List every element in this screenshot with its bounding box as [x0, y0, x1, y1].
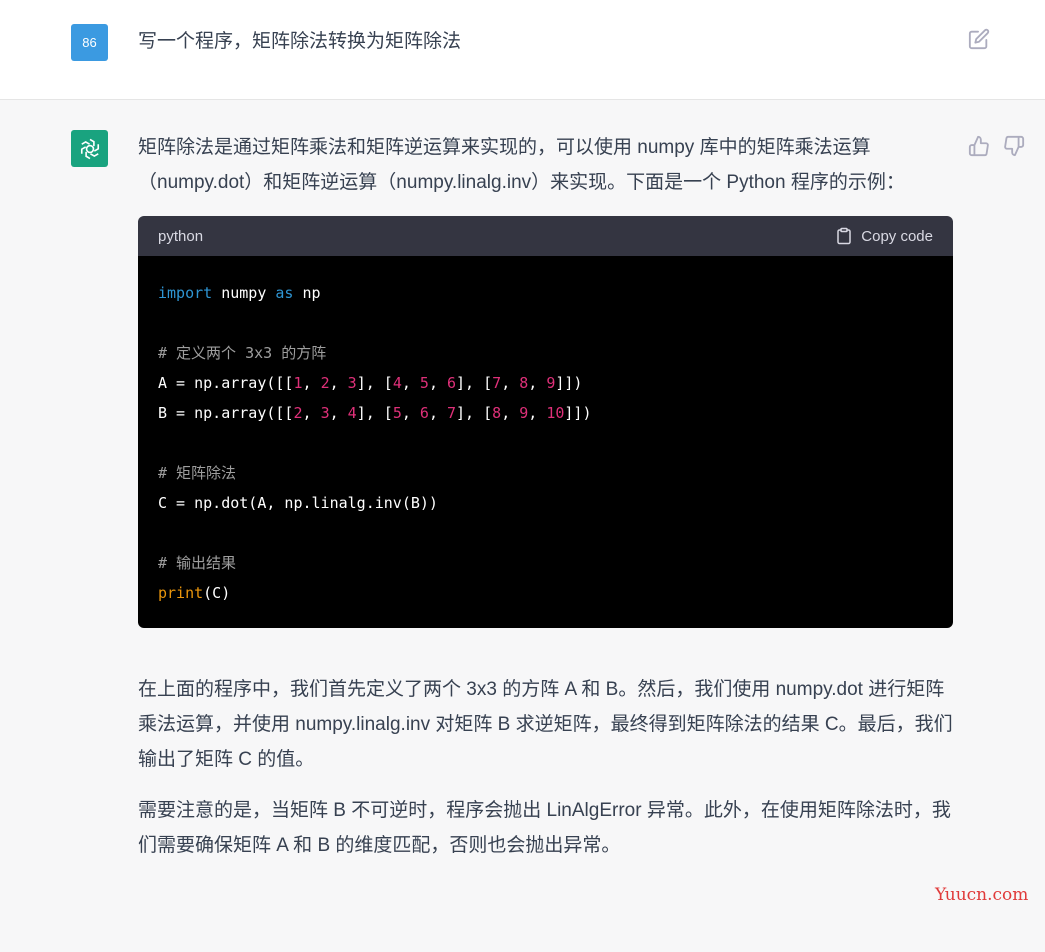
- code-number: 8: [519, 374, 529, 392]
- copy-code-label: Copy code: [861, 227, 933, 245]
- assistant-message-content: 矩阵除法是通过矩阵乘法和矩阵逆运算来实现的，可以使用 numpy 库中的矩阵乘法…: [138, 130, 953, 879]
- intro-paragraph: 矩阵除法是通过矩阵乘法和矩阵逆运算来实现的，可以使用 numpy 库中的矩阵乘法…: [138, 137, 905, 193]
- code-number: 5: [392, 404, 402, 422]
- code-text: np: [293, 284, 321, 302]
- code-header: python Copy code: [138, 216, 953, 256]
- code-number: 6: [447, 374, 457, 392]
- code-number: 4: [392, 374, 402, 392]
- code-body: import numpy as np # 定义两个 3x3 的方阵 A = np…: [138, 256, 953, 628]
- assistant-message-row: 矩阵除法是通过矩阵乘法和矩阵逆运算来实现的，可以使用 numpy 库中的矩阵乘法…: [0, 100, 1045, 952]
- code-number: 4: [347, 404, 357, 422]
- code-line-matrix-b: B = np.array([[2, 3, 4], [5, 6, 7], [8, …: [158, 404, 592, 422]
- code-keyword: import: [158, 284, 213, 302]
- code-number: 5: [419, 374, 429, 392]
- assistant-avatar: [71, 130, 108, 167]
- code-language-label: python: [158, 227, 204, 245]
- code-line-matrix-a: A = np.array([[1, 2, 3], [4, 5, 6], [7, …: [158, 374, 583, 392]
- code-keyword: as: [275, 284, 294, 302]
- code-text: (C): [203, 584, 231, 602]
- code-number: 9: [546, 374, 556, 392]
- code-line-c: C = np.dot(A, np.linalg.inv(B)): [158, 494, 438, 512]
- code-comment: # 定义两个 3x3 的方阵: [158, 344, 327, 362]
- thumbs-up-icon[interactable]: [968, 135, 990, 157]
- explanation-paragraph-2: 需要注意的是，当矩阵 B 不可逆时，程序会抛出 LinAlgError 异常。此…: [138, 800, 951, 856]
- code-number: 1: [293, 374, 303, 392]
- code-number: 9: [519, 404, 529, 422]
- watermark: Yuucn.com: [935, 885, 1029, 905]
- clipboard-icon: [837, 227, 852, 245]
- code-number: 6: [419, 404, 429, 422]
- openai-logo-icon: [80, 138, 99, 159]
- user-message-row: 86 写一个程序，矩阵除法转换为矩阵除法: [0, 0, 1045, 100]
- explanation-paragraph-1: 在上面的程序中，我们首先定义了两个 3x3 的方阵 A 和 B。然后，我们使用 …: [138, 679, 953, 770]
- thumbs-down-icon[interactable]: [1003, 135, 1025, 157]
- code-comment: # 矩阵除法: [158, 464, 237, 482]
- code-number: 7: [492, 374, 502, 392]
- user-avatar-text: 86: [82, 35, 97, 50]
- user-avatar: 86: [71, 24, 108, 61]
- code-line-import: import numpy as np: [158, 284, 321, 302]
- code-text: numpy: [212, 284, 276, 302]
- edit-icon[interactable]: [968, 28, 990, 50]
- code-block: python Copy code import numpy as np # 定义…: [138, 216, 953, 628]
- code-number: 2: [293, 404, 303, 422]
- code-print-keyword: print: [158, 584, 204, 602]
- user-message-text: 写一个程序，矩阵除法转换为矩阵除法: [138, 31, 462, 52]
- code-number: 2: [320, 374, 330, 392]
- code-number: 7: [447, 404, 457, 422]
- code-comment: # 输出结果: [158, 554, 237, 572]
- code-number: 8: [492, 404, 502, 422]
- code-number: 3: [320, 404, 330, 422]
- copy-code-button[interactable]: Copy code: [835, 227, 933, 245]
- code-line-print: print(C): [158, 584, 230, 602]
- code-number: 3: [347, 374, 357, 392]
- code-number: 10: [546, 404, 565, 422]
